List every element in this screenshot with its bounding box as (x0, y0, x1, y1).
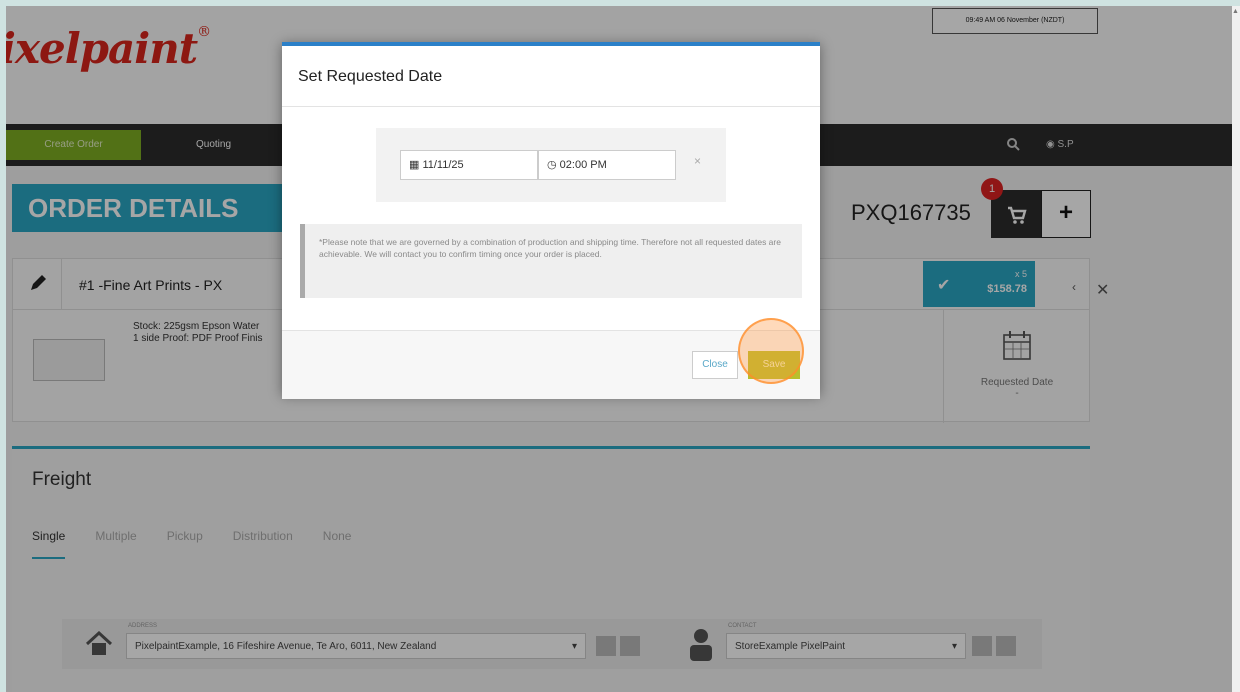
timing-note: *Please note that we are governed by a c… (300, 224, 802, 298)
clock-icon: ◷ (547, 159, 560, 171)
date-value: 11/11/25 (422, 159, 464, 171)
close-button[interactable]: Close (692, 351, 738, 379)
click-indicator (738, 318, 804, 384)
time-value: 02:00 PM (559, 159, 607, 171)
modal-divider (282, 106, 820, 107)
time-field[interactable]: ◷ 02:00 PM (538, 150, 676, 180)
datetime-picker: ▦ 11/11/25 ◷ 02:00 PM × (376, 128, 726, 202)
modal-title: Set Requested Date (298, 68, 443, 85)
clear-date-icon[interactable]: × (694, 154, 701, 168)
page: ixelpaint® 09:49 AM 06 November (NZDT) C… (6, 6, 1232, 692)
scrollbar[interactable] (1232, 6, 1240, 692)
calendar-icon: ▦ (409, 159, 423, 171)
date-field[interactable]: ▦ 11/11/25 (400, 150, 538, 180)
scroll-up-icon[interactable]: ▲ (1232, 8, 1239, 15)
